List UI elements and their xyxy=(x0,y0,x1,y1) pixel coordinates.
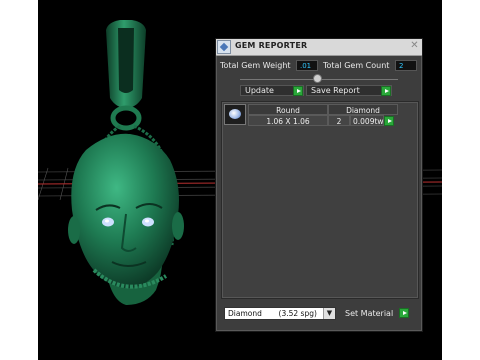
column-header-shape: Round xyxy=(248,104,328,115)
update-button[interactable]: Update xyxy=(240,85,304,96)
gem-weight-cell: 0.009tw xyxy=(350,115,384,126)
total-gem-weight-value: .01 xyxy=(296,60,318,71)
go-arrow-icon[interactable] xyxy=(384,116,394,126)
gem-reporter-panel: GEM REPORTER ✕ Total Gem Weight .01 Tota… xyxy=(215,38,423,332)
material-dropdown[interactable]: Diamond (3.52 spg) ▼ xyxy=(224,307,336,320)
total-gem-count-value: 2 xyxy=(395,60,417,71)
title-bar[interactable]: GEM REPORTER ✕ xyxy=(216,39,422,56)
save-report-label: Save Report xyxy=(311,86,360,95)
total-gem-count-label: Total Gem Count xyxy=(323,61,390,70)
gem-list[interactable]: Round Diamond 1.06 X 1.06 2 0.009tw xyxy=(221,101,419,299)
material-selected-value: Diamond (3.52 spg) xyxy=(228,309,317,318)
set-material-label: Set Material xyxy=(345,309,394,318)
gem-size-cell: 1.06 X 1.06 xyxy=(248,115,328,126)
set-material-button[interactable]: Set Material xyxy=(340,307,409,320)
gem-count-cell: 2 xyxy=(328,115,350,126)
update-label: Update xyxy=(245,86,274,95)
column-header-material: Diamond xyxy=(328,104,398,115)
go-arrow-icon xyxy=(381,86,391,96)
gem-thumbnail-icon xyxy=(224,104,246,125)
save-report-button[interactable]: Save Report xyxy=(306,85,392,96)
close-icon[interactable]: ✕ xyxy=(409,41,420,52)
go-arrow-icon xyxy=(293,86,303,96)
total-gem-weight-label: Total Gem Weight xyxy=(220,61,291,70)
go-arrow-icon xyxy=(399,308,409,318)
dropdown-arrow-icon: ▼ xyxy=(323,308,335,319)
panel-title: GEM REPORTER xyxy=(235,41,308,50)
app-icon xyxy=(217,40,231,54)
slider-handle[interactable] xyxy=(313,74,322,83)
